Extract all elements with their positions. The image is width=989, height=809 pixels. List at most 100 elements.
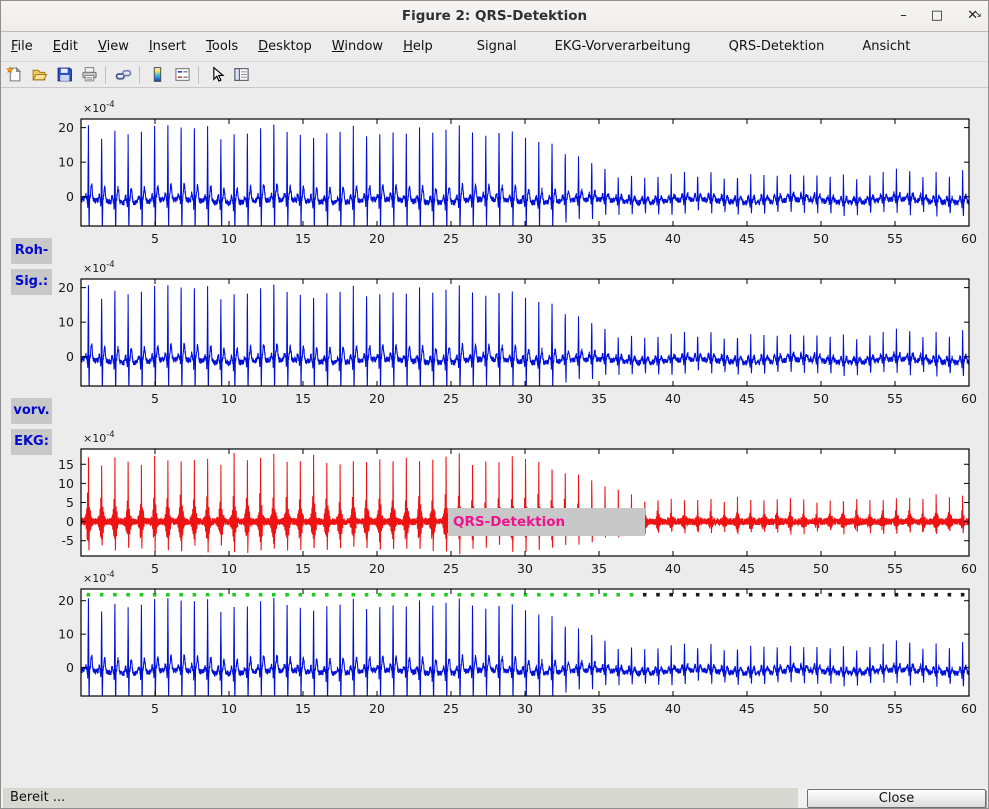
detected-beat-marker [299, 593, 303, 597]
x-tick-label: 60 [961, 701, 977, 716]
menu-tools[interactable]: Tools [196, 33, 248, 61]
statusbar: Bereit ... Close [1, 788, 988, 809]
y-tick-label: 20 [58, 593, 74, 608]
missed-beat-marker [669, 593, 673, 597]
detected-beat-marker [100, 593, 104, 597]
open-file-icon[interactable] [28, 64, 51, 86]
menu-edit[interactable]: Edit [43, 33, 88, 61]
close-button[interactable]: Close [807, 789, 986, 808]
minimize-button[interactable]: – [900, 1, 907, 31]
detected-beat-marker [431, 593, 435, 597]
menu-view[interactable]: View [88, 33, 139, 61]
axes-label-vorv: vorv. [11, 398, 52, 424]
y-tick-label: 10 [58, 155, 74, 170]
menu-signal[interactable]: Signal [467, 33, 527, 61]
print-figure-icon[interactable] [78, 64, 101, 86]
detected-beat-marker [564, 593, 568, 597]
plot-browser-icon[interactable] [230, 64, 253, 86]
missed-beat-marker [736, 593, 740, 597]
x-tick-label: 55 [887, 701, 903, 716]
x-tick-label: 45 [739, 391, 755, 406]
plot-vorverarbeitetes-ekg[interactable]: 5101520253035404550556001020×10-4 [58, 260, 977, 406]
maximize-button[interactable]: □ [931, 1, 943, 31]
detected-beat-marker [550, 593, 554, 597]
x-tick-label: 30 [517, 391, 533, 406]
x-tick-label: 5 [151, 391, 159, 406]
detected-beat-marker [166, 593, 170, 597]
menu-ansicht[interactable]: Ansicht [852, 33, 920, 61]
y-tick-label: 10 [58, 476, 74, 491]
x-tick-label: 15 [295, 701, 311, 716]
toolbar-separator [198, 66, 199, 84]
new-figure-icon[interactable] [3, 64, 26, 86]
x-tick-label: 25 [443, 231, 459, 246]
y-tick-label: 20 [58, 280, 74, 295]
menu-ekg-vorverarbeitung[interactable]: EKG-Vorverarbeitung [545, 33, 701, 61]
x-tick-label: 40 [665, 561, 681, 576]
insert-legend-icon[interactable] [171, 64, 194, 86]
y-tick-label: 20 [58, 120, 74, 135]
x-tick-label: 30 [517, 231, 533, 246]
detected-beat-marker [616, 593, 620, 597]
detected-beat-marker [590, 593, 594, 597]
x-tick-label: 20 [369, 231, 385, 246]
status-text: Bereit ... [3, 788, 798, 808]
missed-beat-marker [762, 593, 766, 597]
detected-beat-marker [87, 593, 91, 597]
y-tick-label: -5 [62, 533, 74, 548]
menu-help[interactable]: Help [393, 33, 443, 61]
link-plot-icon[interactable] [112, 64, 135, 86]
save-figure-icon[interactable] [53, 64, 76, 86]
x-tick-label: 15 [295, 231, 311, 246]
x-tick-label: 25 [443, 561, 459, 576]
y-tick-label: 0 [66, 514, 74, 529]
detected-beat-marker [537, 593, 541, 597]
x-tick-label: 10 [221, 561, 237, 576]
missed-beat-marker [961, 593, 965, 597]
x-tick-label: 55 [887, 231, 903, 246]
plot-roh-signal[interactable]: 5101520253035404550556001020×10-4 [58, 100, 977, 246]
missed-beat-marker [696, 593, 700, 597]
x-tick-label: 35 [591, 561, 607, 576]
missed-beat-marker [722, 593, 726, 597]
x-tick-label: 15 [295, 391, 311, 406]
insert-colorbar-icon[interactable] [146, 64, 169, 86]
figure-canvas: 5101520253035404550556001020×10-45101520… [1, 88, 989, 788]
detected-beat-marker [325, 593, 329, 597]
missed-beat-marker [868, 593, 872, 597]
plot-qrs-detektion[interactable]: 51015202530354045505560-5051015×10-4 [58, 430, 977, 576]
menu-overflow-icon[interactable]: ↘ [974, 9, 982, 20]
menu-window[interactable]: Window [322, 33, 393, 61]
detected-beat-marker [219, 593, 223, 597]
detected-beat-marker [391, 593, 395, 597]
missed-beat-marker [802, 593, 806, 597]
x-tick-label: 30 [517, 561, 533, 576]
menubar: FileEditViewInsertToolsDesktopWindowHelp… [1, 32, 988, 62]
detected-beat-marker [193, 593, 197, 597]
qrs-detektion-plot-title: QRS-Detektion [448, 508, 645, 536]
x-tick-label: 40 [665, 231, 681, 246]
x-tick-label: 45 [739, 231, 755, 246]
y-tick-label: 5 [66, 495, 74, 510]
menu-desktop[interactable]: Desktop [248, 33, 322, 61]
detected-beat-marker [140, 593, 144, 597]
detected-beat-marker [630, 593, 634, 597]
menu-insert[interactable]: Insert [139, 33, 196, 61]
plot-detektion-marker[interactable]: 5101520253035404550556001020×10-4 [58, 570, 977, 716]
x-tick-label: 55 [887, 561, 903, 576]
detected-beat-marker [126, 593, 130, 597]
detected-beat-marker [378, 593, 382, 597]
missed-beat-marker [656, 593, 660, 597]
detected-beat-marker [603, 593, 607, 597]
menu-file[interactable]: File [1, 33, 43, 61]
x-tick-label: 25 [443, 701, 459, 716]
y-tick-label: 10 [58, 315, 74, 330]
edit-plot-pointer-icon[interactable] [205, 64, 228, 86]
x-tick-label: 40 [665, 391, 681, 406]
x-tick-label: 5 [151, 231, 159, 246]
x-tick-label: 10 [221, 701, 237, 716]
x-tick-label: 30 [517, 701, 533, 716]
menu-qrs-detektion[interactable]: QRS-Detektion [719, 33, 835, 61]
y-tick-label: 15 [58, 457, 74, 472]
detected-beat-marker [484, 593, 488, 597]
